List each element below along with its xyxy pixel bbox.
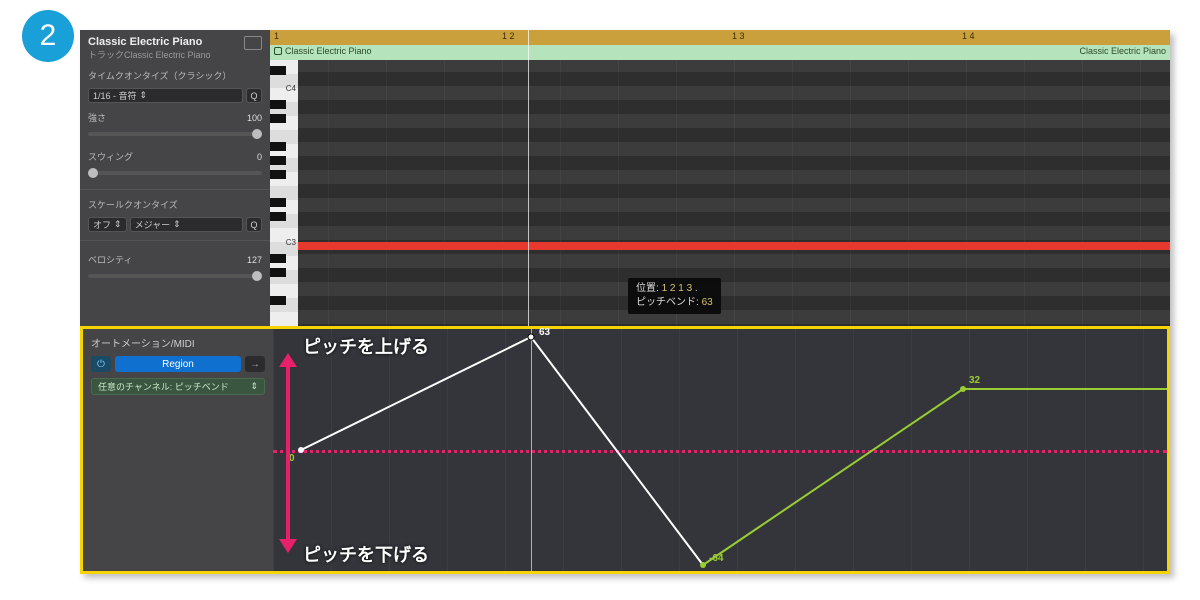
quantize-select[interactable]: 1/16 - 音符⇕: [88, 88, 243, 103]
divider: [80, 240, 270, 241]
slider-knob[interactable]: [88, 168, 98, 178]
step-badge: 2: [22, 10, 74, 62]
piano-roll-editor: Classic Electric Piano トラックClassic Elect…: [80, 30, 1170, 574]
slider-knob[interactable]: [252, 271, 262, 281]
automation-grid[interactable]: 0 63 -64 32 ピッチを上げる ピッチを下げる: [273, 329, 1167, 571]
bar-marker: 1: [274, 31, 279, 41]
track-name: トラックClassic Electric Piano: [88, 48, 211, 61]
scaleq-button[interactable]: Q: [246, 217, 262, 232]
swing-slider[interactable]: [88, 171, 262, 175]
bar-marker: 1 3: [732, 31, 745, 41]
velocity-label: ベロシティ: [88, 253, 132, 266]
key-label-c3: C3: [286, 238, 296, 247]
automation-mode-pill[interactable]: Region: [115, 356, 241, 372]
playhead[interactable]: [528, 30, 529, 326]
strength-value: 100: [247, 113, 262, 123]
key-label-c4: C4: [286, 84, 296, 93]
piano-keyboard[interactable]: C4 C3: [270, 60, 298, 326]
divider: [80, 189, 270, 190]
region-inspector: Classic Electric Piano トラックClassic Elect…: [80, 30, 270, 326]
automation-inspector: オートメーション/MIDI ⏻ Region → 任意のチャンネル: ピッチベン…: [83, 329, 273, 571]
velocity-value: 127: [247, 255, 262, 265]
swing-value: 0: [257, 152, 262, 162]
chevron-updown-icon: ⇕: [114, 219, 122, 230]
strength-slider[interactable]: [88, 132, 262, 136]
quantize-button[interactable]: Q: [246, 88, 262, 103]
region-name-left: Classic Electric Piano: [274, 46, 372, 56]
chevron-updown-icon: ⇕: [140, 90, 148, 101]
bar-marker: 1 4: [962, 31, 975, 41]
node-value-peak: 63: [539, 327, 550, 338]
pianoroll-pane: Classic Electric Piano トラックClassic Elect…: [80, 30, 1170, 326]
strength-label: 強さ: [88, 111, 106, 124]
bar-ruler[interactable]: 1 1 2 1 3 1 4: [270, 30, 1170, 45]
loop-icon: [274, 47, 282, 55]
region-name-right: Classic Electric Piano: [1079, 46, 1166, 56]
automation-power-button[interactable]: ⏻: [91, 356, 111, 372]
scaleq-enable-select[interactable]: オフ⇕: [88, 217, 127, 232]
scale-quantize-label: スケールクオンタイズ: [88, 198, 262, 211]
node-value-trough: -64: [709, 553, 723, 564]
midi-note[interactable]: [298, 242, 1170, 250]
automation-curve[interactable]: [273, 329, 1167, 571]
region-header[interactable]: Classic Electric Piano Classic Electric …: [270, 45, 1170, 60]
region-title: Classic Electric Piano: [88, 36, 211, 48]
bar-marker: 1 2: [502, 31, 515, 41]
automation-lane: オートメーション/MIDI ⏻ Region → 任意のチャンネル: ピッチベン…: [80, 326, 1170, 574]
node-value-end: 32: [969, 375, 980, 386]
annotation-pitch-down: ピッチを下げる: [303, 541, 429, 567]
midi-param-select[interactable]: 任意のチャンネル: ピッチベンド ⇕: [91, 378, 265, 395]
pitch-arrow: [281, 353, 295, 553]
scaleq-scale-select[interactable]: メジャー⇕: [130, 217, 243, 232]
chevron-updown-icon: ⇕: [250, 381, 258, 392]
swing-label: スウィング: [88, 150, 133, 163]
next-param-button[interactable]: →: [245, 356, 265, 372]
slider-knob[interactable]: [252, 129, 262, 139]
time-quantize-label: タイムクオンタイズ（クラシック）: [88, 69, 262, 82]
automation-header: オートメーション/MIDI: [91, 335, 265, 350]
chevron-updown-icon: ⇕: [173, 219, 181, 230]
velocity-slider[interactable]: [88, 274, 262, 278]
value-tooltip: 位置: 1 2 1 3 . ピッチベンド: 63: [628, 278, 721, 314]
catch-mode-icon[interactable]: [244, 36, 262, 50]
note-grid[interactable]: 1 1 2 1 3 1 4 Classic Electric Piano Cla…: [270, 30, 1170, 326]
annotation-pitch-up: ピッチを上げる: [303, 333, 429, 359]
